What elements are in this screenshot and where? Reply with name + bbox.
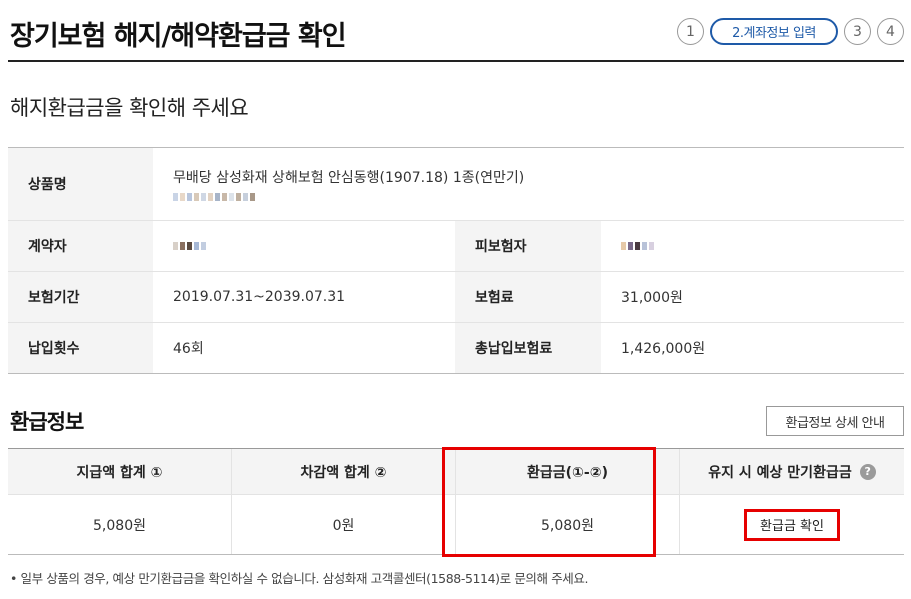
step-2-current: 2.계좌정보 입력 — [710, 18, 838, 45]
contractor-row: 계약자 피보험자 — [8, 221, 904, 272]
product-value: 무배당 삼성화재 상해보험 안심동행(1907.18) 1종(연만기) — [153, 148, 904, 220]
header-maturity-label: 유지 시 예상 만기환급금 — [708, 464, 852, 481]
footnote: • 일부 상품의 경우, 예상 만기환급금을 확인하실 수 없습니다. 삼성화재… — [10, 571, 589, 586]
insured-value — [601, 221, 903, 271]
payment-row: 납입횟수 46회 총납입보험료 1,426,000원 — [8, 323, 904, 374]
refund-confirm-button[interactable]: 환급금 확인 — [744, 508, 840, 541]
product-label: 상품명 — [8, 148, 153, 220]
contractor-value — [153, 221, 455, 271]
header-payment-total: 지급액 합계 ① — [8, 449, 232, 494]
page-header: 장기보험 해지/해약환급금 확인 1 2.계좌정보 입력 3 4 — [8, 0, 904, 62]
header-refund-amount: 환급금(①-②) — [456, 449, 680, 494]
premium-value: 31,000원 — [621, 290, 683, 306]
step-4: 4 — [877, 18, 904, 45]
period-row: 보험기간 2019.07.31~2039.07.31 보험료 31,000원 — [8, 272, 904, 323]
refund-table: 지급액 합계 ① 차감액 합계 ② 환급금(①-②) 유지 시 예상 만기환급금… — [8, 448, 904, 555]
header-maturity-refund: 유지 시 예상 만기환급금 ? — [680, 449, 904, 494]
refund-table-header: 지급액 합계 ① 차감액 합계 ② 환급금(①-②) 유지 시 예상 만기환급금… — [8, 449, 904, 495]
total-premium-value: 1,426,000원 — [621, 341, 706, 357]
redacted-insured — [621, 242, 654, 250]
product-name: 무배당 삼성화재 상해보험 안심동행(1907.18) 1종(연만기) — [173, 170, 525, 186]
contract-info-table: 상품명 무배당 삼성화재 상해보험 안심동행(1907.18) 1종(연만기) … — [8, 147, 904, 374]
refund-section-title: 환급정보 — [10, 410, 84, 434]
step-indicator: 1 2.계좌정보 입력 3 4 — [677, 18, 904, 45]
deduction-total-value: 0원 — [232, 495, 456, 554]
payment-total-value: 5,080원 — [8, 495, 232, 554]
contractor-label: 계약자 — [8, 221, 153, 271]
help-icon[interactable]: ? — [859, 463, 876, 480]
header-deduction-total: 차감액 합계 ② — [232, 449, 456, 494]
step-3: 3 — [844, 18, 871, 45]
total-premium-label: 총납입보험료 — [455, 323, 601, 373]
redacted-contractor — [173, 242, 206, 250]
insured-label: 피보험자 — [455, 221, 601, 271]
step-1: 1 — [677, 18, 704, 45]
page-title: 장기보험 해지/해약환급금 확인 — [10, 21, 347, 52]
refund-amount-value: 5,080원 — [456, 495, 680, 554]
payment-count-value: 46회 — [173, 341, 204, 357]
product-row: 상품명 무배당 삼성화재 상해보험 안심동행(1907.18) 1종(연만기) — [8, 148, 904, 221]
refund-detail-button[interactable]: 환급정보 상세 안내 — [766, 406, 904, 436]
period-label: 보험기간 — [8, 272, 153, 322]
premium-label: 보험료 — [455, 272, 601, 322]
maturity-refund-cell: 환급금 확인 — [680, 495, 904, 554]
redacted-text — [173, 193, 255, 201]
section-subtitle: 해지환급금을 확인해 주세요 — [10, 96, 249, 120]
payment-count-label: 납입횟수 — [8, 323, 153, 373]
refund-table-row: 5,080원 0원 5,080원 환급금 확인 — [8, 495, 904, 555]
period-value: 2019.07.31~2039.07.31 — [173, 289, 346, 305]
